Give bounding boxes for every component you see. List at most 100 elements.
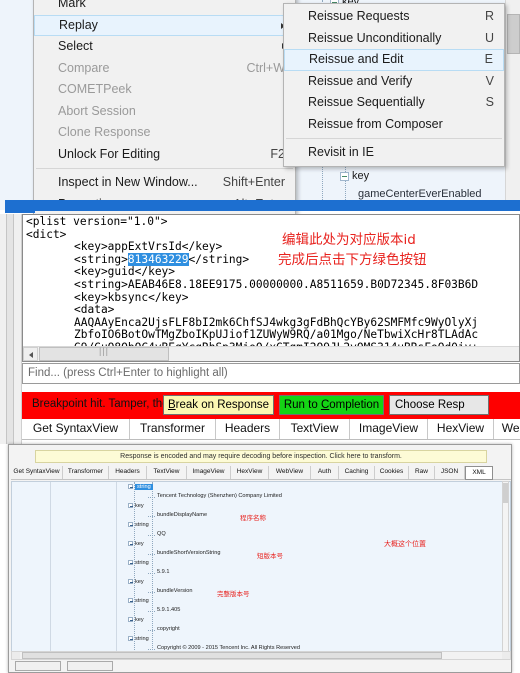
tree-node-bundleversion[interactable]: bundleVersion [148, 588, 192, 594]
scrollbar-thumb[interactable] [507, 14, 520, 54]
editor-horizontal-scrollbar[interactable] [23, 346, 519, 361]
scroll-left-arrow-icon[interactable] [12, 652, 20, 659]
tab-hexview[interactable]: HexView [231, 466, 269, 479]
expander-icon[interactable] [128, 484, 133, 490]
expander-icon[interactable] [128, 560, 133, 566]
expander-icon[interactable] [128, 503, 133, 509]
tree-node-value[interactable]: 5.9.1 [148, 569, 169, 575]
tab-get-syntaxview[interactable]: Get SyntaxView [22, 419, 130, 439]
footer-button-one[interactable] [15, 661, 61, 671]
choose-response-button[interactable]: Choose Resp [389, 395, 489, 415]
expander-icon[interactable] [128, 636, 133, 642]
tree-node-label: string [135, 484, 153, 490]
tree-node-value[interactable]: Tencent Technology (Shenzhen) Company Li… [148, 493, 282, 499]
tree-horizontal-scrollbar[interactable] [11, 651, 511, 660]
tree-column-separator [50, 482, 51, 652]
expander-icon[interactable] [128, 579, 133, 585]
tree-node-string[interactable]: string [128, 636, 149, 642]
tab-headers[interactable]: Headers [109, 466, 147, 479]
menu-item-label: Select [58, 39, 93, 53]
scrollbar-thumb[interactable] [503, 483, 508, 503]
menu-item-label: Reissue and Edit [309, 52, 404, 66]
tree-node-string[interactable]: string [128, 598, 149, 604]
scrollbar-thumb[interactable] [22, 652, 442, 659]
tab-hexview[interactable]: HexView [428, 419, 494, 439]
menu-item-label: Compare [58, 60, 110, 75]
menu-item-reissue-sequentially[interactable]: Reissue Sequentially S [284, 92, 504, 114]
tree-node-string[interactable]: string [128, 560, 149, 566]
replay-submenu[interactable]: Reissue Requests R Reissue Unconditional… [283, 3, 505, 167]
tree-node-bundleshortversionstring[interactable]: bundleShortVersionString [148, 550, 220, 556]
inspector-tab-strip[interactable]: Get SyntaxView Transformer Headers TextV… [22, 419, 520, 440]
menu-item-reissue-from-composer[interactable]: Reissue from Composer [284, 114, 504, 136]
menu-item-select[interactable]: Select [34, 36, 295, 58]
menu-item-label: COMETPeek [58, 82, 132, 96]
tree-node-string[interactable]: string [128, 484, 153, 490]
tab-json[interactable]: JSON [435, 466, 465, 479]
menu-item-reissue-and-verify[interactable]: Reissue and Verify V [284, 71, 504, 93]
tree-node-string[interactable]: string [128, 522, 149, 528]
menu-item-cometpeek: COMETPeek [34, 79, 295, 101]
expander-icon[interactable] [340, 171, 349, 181]
run-to-completion-button[interactable]: Run to Completion [279, 395, 384, 415]
scroll-left-arrow-icon[interactable] [23, 347, 38, 361]
scroll-right-arrow-icon[interactable] [502, 652, 510, 659]
tab-textview[interactable]: TextView [147, 466, 187, 479]
tree-node-key[interactable]: key [340, 170, 369, 182]
tab-webview[interactable]: WebView [269, 466, 311, 479]
menu-item-unlock-for-editing[interactable]: Unlock For Editing F2 [34, 144, 295, 166]
tab-raw[interactable]: Raw [409, 466, 435, 479]
tab-transformer[interactable]: Transformer [63, 466, 109, 479]
tree-node-key[interactable]: key [128, 541, 144, 547]
menu-item-reissue-unconditionally[interactable]: Reissue Unconditionally U [284, 28, 504, 50]
tab-webview[interactable]: Web [494, 419, 520, 439]
break-on-response-button[interactable]: Break on Response [163, 395, 274, 415]
menu-item-mark[interactable]: Mark [34, 0, 295, 15]
find-input[interactable]: Find... (press Ctrl+Enter to highlight a… [22, 363, 520, 384]
tab-headers[interactable]: Headers [216, 419, 280, 439]
tab-auth[interactable]: Auth [311, 466, 339, 479]
tree-node-value[interactable]: QQ [148, 531, 166, 537]
highlighted-version-id[interactable]: 813463229 [127, 252, 189, 266]
tree-vertical-scrollbar[interactable] [502, 481, 509, 653]
tab-textview[interactable]: TextView [280, 419, 350, 439]
menu-item-label: Reissue Requests [308, 9, 410, 23]
code-line: AAQAAyEnca2UjsFLF8bI2mk6ChfSJ4wkg3gFdBhQ… [74, 315, 479, 329]
code-line: <string> [74, 252, 128, 266]
tree-node-label: key [135, 617, 144, 623]
tree-node-key[interactable]: key [128, 503, 144, 509]
tree-node-bundledisplayname[interactable]: bundleDisplayName [148, 512, 207, 518]
response-body-xml-editor[interactable]: <plist version="1.0"> <dict> <key>appExt… [22, 214, 520, 362]
tab-imageview[interactable]: ImageView [187, 466, 231, 479]
menu-item-inspect-in-new-window[interactable]: Inspect in New Window... Shift+Enter [34, 172, 295, 194]
tree-vertical-scrollbar[interactable] [505, 0, 520, 210]
menu-item-revisit-in-ie[interactable]: Revisit in IE [284, 142, 504, 164]
session-context-menu[interactable]: Mark Replay Select Compare Ctrl+W COMETP… [33, 0, 296, 218]
tab-transformer[interactable]: Transformer [130, 419, 216, 439]
tree-node-value[interactable]: 5.9.1.405 [148, 607, 180, 613]
transform-notice[interactable]: Response is encoded and may require deco… [35, 450, 487, 463]
menu-item-accelerator: Ctrl+W [246, 60, 285, 75]
tree-node-key[interactable]: key [128, 579, 144, 585]
tree-node-gamecentereverenabled[interactable]: gameCenterEverEnabled [358, 188, 482, 200]
tab-cookies[interactable]: Cookies [375, 466, 409, 479]
footer-button-two[interactable] [67, 661, 113, 671]
expander-icon[interactable] [128, 541, 133, 547]
expander-icon[interactable] [128, 522, 133, 528]
xml-tree-view[interactable]: string Tencent Technology (Shenzhen) Com… [11, 481, 511, 653]
selected-session-row[interactable] [5, 200, 520, 211]
expander-icon[interactable] [128, 617, 133, 623]
tree-leaf-icon [148, 646, 155, 650]
tree-node-key[interactable]: key [128, 617, 144, 623]
tab-caching[interactable]: Caching [339, 466, 375, 479]
tab-get-syntaxview[interactable]: Get SyntaxView [11, 466, 63, 479]
tree-node-copyright[interactable]: copyright [148, 626, 180, 632]
expander-icon[interactable] [128, 598, 133, 604]
tab-imageview[interactable]: ImageView [350, 419, 428, 439]
menu-item-reissue-requests[interactable]: Reissue Requests R [284, 6, 504, 28]
menu-item-replay[interactable]: Replay [34, 14, 295, 36]
tab-xml[interactable]: XML [465, 466, 493, 480]
scrollbar-thumb[interactable] [39, 347, 169, 361]
menu-item-reissue-and-edit[interactable]: Reissue and Edit E [284, 49, 504, 71]
inspector-tab-strip-small[interactable]: Get SyntaxView Transformer Headers TextV… [11, 466, 511, 480]
